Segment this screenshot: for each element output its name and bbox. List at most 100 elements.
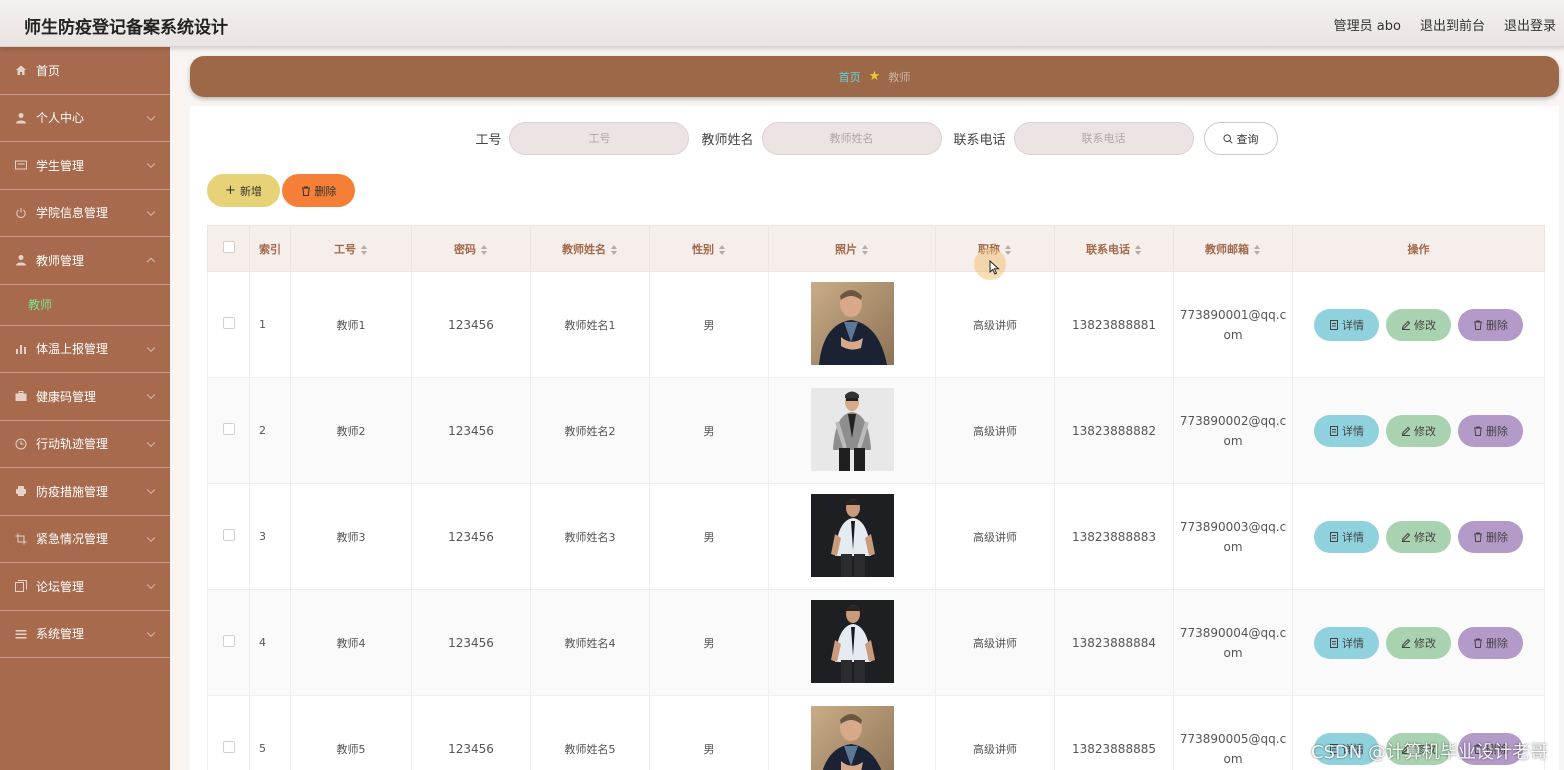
col-header-label: 教师邮箱 xyxy=(1205,242,1249,256)
row-checkbox[interactable] xyxy=(222,635,235,647)
cell-photo xyxy=(768,589,936,696)
detail-button-label: 详情 xyxy=(1342,424,1364,438)
pointer-icon xyxy=(989,260,1000,275)
row-checkbox[interactable] xyxy=(222,423,235,435)
delete-button[interactable]: 删除 xyxy=(1458,520,1523,553)
sort-icon[interactable] xyxy=(1135,244,1142,255)
cell-gender: 男 xyxy=(649,483,769,590)
teacher-photo[interactable] xyxy=(810,599,894,683)
select-all-checkbox[interactable] xyxy=(222,241,235,253)
sidebar-item-forum[interactable]: 论坛管理 xyxy=(0,563,170,611)
detail-button[interactable]: 详情 xyxy=(1314,520,1379,553)
teacher-photo[interactable] xyxy=(810,387,894,471)
search-input-phone[interactable] xyxy=(1013,122,1194,155)
bar-chart-icon xyxy=(16,344,26,354)
sidebar-item-label: 学生管理 xyxy=(36,158,85,173)
sidebar-item-students[interactable]: 学生管理 xyxy=(0,142,170,190)
copy-icon xyxy=(15,580,27,593)
sidebar-subitem-teacher[interactable]: 教师 xyxy=(0,285,170,326)
delete-button[interactable]: 删除 xyxy=(1458,308,1523,341)
row-checkbox[interactable] xyxy=(222,317,235,329)
detail-button[interactable]: 详情 xyxy=(1314,414,1379,447)
edit-button[interactable]: 修改 xyxy=(1386,414,1451,447)
cell-photo xyxy=(768,483,936,590)
col-header-email[interactable]: 教师邮箱 xyxy=(1173,225,1293,272)
edit-button[interactable]: 修改 xyxy=(1386,520,1451,553)
delete-button-label: 删除 xyxy=(1486,424,1508,438)
cell-id: 教师5 xyxy=(290,695,412,770)
admin-user-label[interactable]: 管理员 abo xyxy=(1334,15,1401,34)
sidebar-item-home[interactable]: 首页 xyxy=(0,47,170,95)
add-button[interactable]: + 新增 xyxy=(207,174,280,207)
sidebar-item-label: 学院信息管理 xyxy=(36,206,109,221)
trash-icon xyxy=(1474,426,1482,436)
edit-button-label: 修改 xyxy=(1414,318,1436,332)
detail-button[interactable]: 详情 xyxy=(1314,626,1379,659)
search-input-id[interactable] xyxy=(509,122,690,155)
col-header-gender[interactable]: 性别 xyxy=(649,225,769,272)
cell-password: 123456 xyxy=(411,377,531,484)
col-header-name[interactable]: 教师姓名 xyxy=(530,225,650,272)
col-header-password[interactable]: 密码 xyxy=(411,225,531,272)
sidebar-item-health-code[interactable]: 健康码管理 xyxy=(0,373,170,421)
col-header-phone[interactable]: 联系电话 xyxy=(1054,225,1174,272)
sort-icon[interactable] xyxy=(611,244,618,255)
query-button[interactable]: 查询 xyxy=(1203,122,1278,155)
batch-delete-button[interactable]: 删除 xyxy=(282,174,355,207)
cell-phone: 13823888885 xyxy=(1054,695,1174,770)
sidebar-item-system[interactable]: 系统管理 xyxy=(0,611,170,658)
cell-password: 123456 xyxy=(411,589,531,696)
col-header-photo[interactable]: 照片 xyxy=(768,225,936,272)
sort-icon[interactable] xyxy=(481,244,488,255)
teacher-photo[interactable] xyxy=(810,281,894,365)
sort-icon[interactable] xyxy=(862,244,869,255)
mouse-cursor-highlight xyxy=(974,248,1006,280)
edit-button[interactable]: 修改 xyxy=(1386,308,1451,341)
back-to-front-link[interactable]: 退出到前台 xyxy=(1420,15,1485,34)
row-checkbox[interactable] xyxy=(222,741,235,753)
search-label-phone: 联系电话 xyxy=(953,133,1006,148)
email-line: om xyxy=(1223,645,1243,660)
teacher-photo[interactable] xyxy=(810,493,894,577)
edit-button[interactable]: 修改 xyxy=(1386,626,1451,659)
table-header-row: 索引 工号 密码 教师姓名 性别 照片 职称 联系电话 教师邮箱 操作 xyxy=(207,225,1545,272)
cell-phone: 13823888883 xyxy=(1054,483,1174,590)
sort-icon[interactable] xyxy=(719,244,726,255)
row-checkbox[interactable] xyxy=(222,529,235,541)
sort-icon[interactable] xyxy=(361,244,368,255)
sidebar-item-teachers[interactable]: 教师管理 xyxy=(0,237,170,285)
search-input-name[interactable] xyxy=(761,122,942,155)
sidebar-item-label: 防疫措施管理 xyxy=(36,484,109,499)
sidebar-item-prevention[interactable]: 防疫措施管理 xyxy=(0,468,170,516)
teacher-photo[interactable] xyxy=(810,705,894,770)
logout-link[interactable]: 退出登录 xyxy=(1504,15,1556,34)
cell-photo xyxy=(768,377,936,484)
sidebar-item-temperature[interactable]: 体温上报管理 xyxy=(0,326,170,373)
detail-button[interactable]: 详情 xyxy=(1314,308,1379,341)
row-actions: 详情 修改 删除 xyxy=(1293,520,1544,553)
email-line: 773890005@qq.c xyxy=(1179,731,1287,746)
cell-gender: 男 xyxy=(649,271,769,378)
breadcrumb-current: 教师 xyxy=(888,70,911,84)
cell-phone: 13823888881 xyxy=(1054,271,1174,378)
table-row: 4 教师4 123456 教师姓名4 男高级讲师 13823888884 773890004… xyxy=(207,589,1545,696)
breadcrumb-home[interactable]: 首页 xyxy=(839,69,861,85)
chevron-down-icon xyxy=(146,207,156,216)
delete-button[interactable]: 删除 xyxy=(1458,626,1523,659)
pencil-icon xyxy=(1401,426,1411,436)
row-select-cell xyxy=(207,695,250,770)
cell-index: 3 xyxy=(249,483,291,590)
sidebar-item-trajectory[interactable]: 行动轨迹管理 xyxy=(0,421,170,468)
email-line: om xyxy=(1223,433,1243,448)
card-icon xyxy=(15,160,27,170)
col-header-id[interactable]: 工号 xyxy=(290,225,412,272)
sidebar-item-emergency[interactable]: 紧急情况管理 xyxy=(0,516,170,563)
sort-icon[interactable] xyxy=(1254,244,1261,255)
cell-email: 773890004@qq.c om xyxy=(1173,589,1293,696)
sort-icon[interactable] xyxy=(1005,244,1012,255)
cell-name: 教师姓名5 xyxy=(530,695,650,770)
sidebar-item-personal-center[interactable]: 个人中心 xyxy=(0,95,170,142)
delete-button[interactable]: 删除 xyxy=(1458,414,1523,447)
trash-icon xyxy=(301,186,310,196)
sidebar-item-college[interactable]: 学院信息管理 xyxy=(0,190,170,237)
